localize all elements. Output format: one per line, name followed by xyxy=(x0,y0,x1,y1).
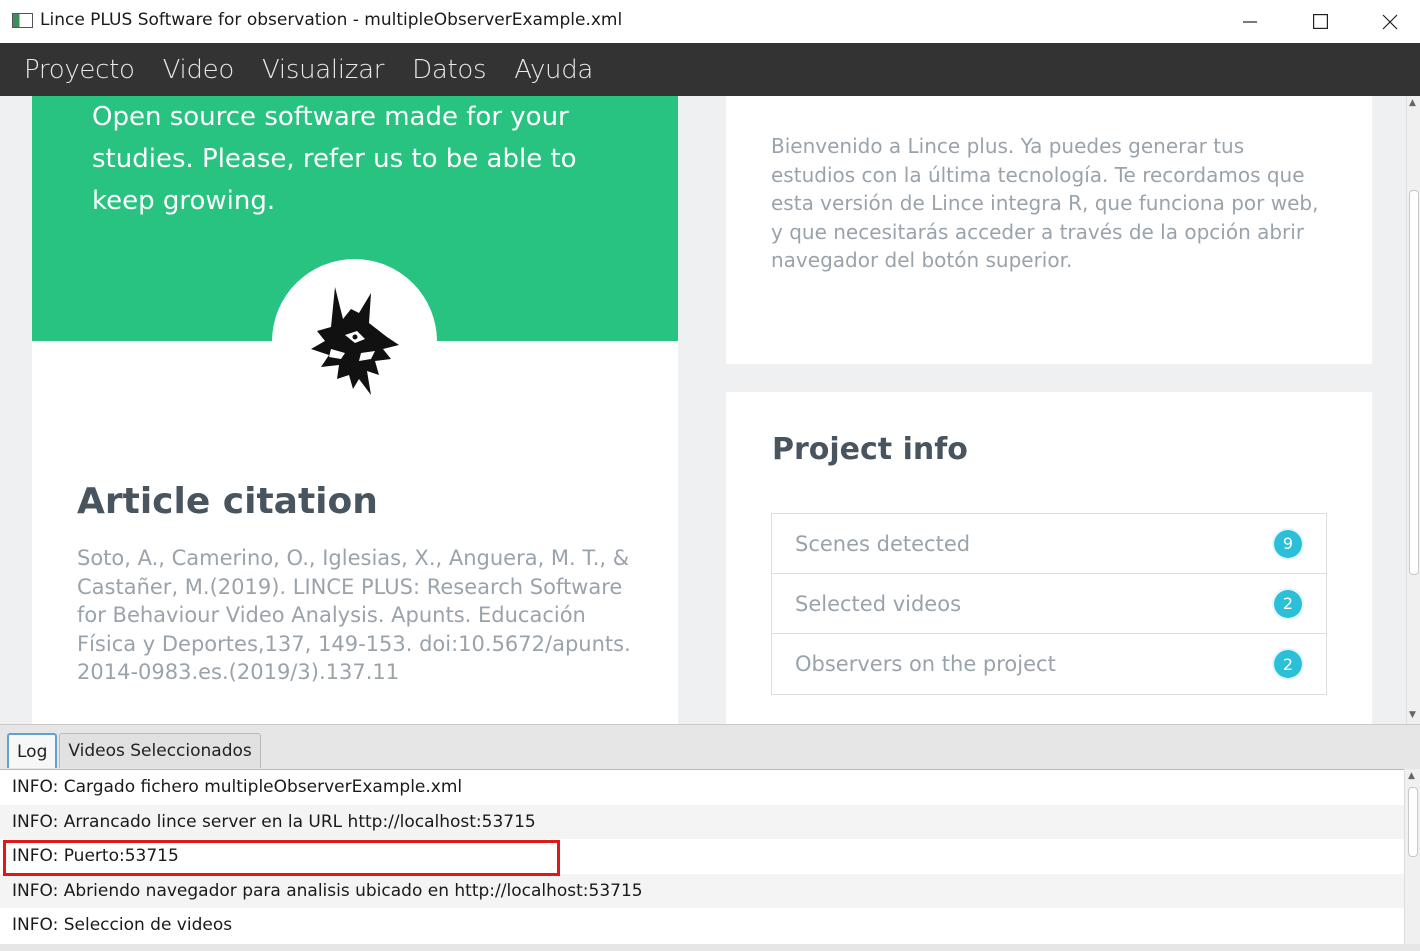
menu-visualizar[interactable]: Visualizar xyxy=(262,55,384,85)
scrollbar-thumb[interactable] xyxy=(1408,787,1418,857)
title-bar: Lince PLUS Software for observation - mu… xyxy=(0,0,1420,43)
bottom-tabs: Log Videos Seleccionados xyxy=(7,733,263,768)
main-scrollbar[interactable]: ▲ ▼ xyxy=(1406,96,1420,724)
minimize-icon xyxy=(1243,20,1257,23)
log-entry: INFO: Seleccion de videos xyxy=(12,915,233,936)
log-entry: INFO: Cargado fichero multipleObserverEx… xyxy=(12,777,463,798)
menu-proyecto[interactable]: Proyecto xyxy=(24,55,135,85)
highlight-box xyxy=(3,840,560,876)
project-info-card: Project info Scenes detected 9 Selected … xyxy=(726,392,1372,724)
observers-label: Observers on the project xyxy=(795,652,1056,676)
minimize-button[interactable] xyxy=(1215,0,1285,43)
article-citation-title: Article citation xyxy=(77,481,378,522)
log-scrollbar[interactable]: ▲ xyxy=(1404,769,1420,944)
welcome-text: Bienvenido a Lince plus. Ya puedes gener… xyxy=(771,134,1319,272)
list-item: Selected videos 2 xyxy=(772,574,1326,634)
lynx-logo xyxy=(272,259,437,424)
maximize-button[interactable] xyxy=(1285,0,1355,43)
list-item: Scenes detected 9 xyxy=(772,514,1326,574)
scrollbar-thumb[interactable] xyxy=(1409,190,1419,575)
scroll-up-icon[interactable]: ▲ xyxy=(1409,98,1416,108)
menu-datos[interactable]: Datos xyxy=(412,55,486,85)
close-button[interactable] xyxy=(1355,0,1420,43)
project-info-title: Project info xyxy=(772,432,968,467)
scenes-detected-label: Scenes detected xyxy=(795,531,971,556)
observers-count-badge: 2 xyxy=(1274,650,1302,678)
log-entry: INFO: Arrancado lince server en la URL h… xyxy=(0,804,1404,839)
app-icon xyxy=(12,13,33,28)
videos-count-badge: 2 xyxy=(1274,589,1302,618)
bottom-panel: Log Videos Seleccionados INFO: Cargado f… xyxy=(0,724,1420,951)
menu-bar: Proyecto Video Visualizar Datos Ayuda xyxy=(0,43,1420,96)
list-item: Observers on the project 2 xyxy=(772,634,1326,694)
welcome-card: Bienvenido a Lince plus. Ya puedes gener… xyxy=(726,96,1372,364)
menu-video[interactable]: Video xyxy=(163,55,235,85)
scroll-up-icon[interactable]: ▲ xyxy=(1408,771,1415,781)
article-citation-text: Soto, A., Camerino, O., Iglesias, X., An… xyxy=(77,546,631,684)
selected-videos-label: Selected videos xyxy=(795,591,962,616)
scenes-count-badge: 9 xyxy=(1274,529,1302,558)
lynx-icon xyxy=(310,287,399,395)
log-entry: INFO: Abriendo navegador para analisis u… xyxy=(0,873,1404,908)
maximize-icon xyxy=(1312,14,1328,29)
banner-text: Open source software made for your studi… xyxy=(92,102,577,216)
menu-ayuda[interactable]: Ayuda xyxy=(514,55,593,85)
project-info-list: Scenes detected 9 Selected videos 2 Obse… xyxy=(771,513,1327,695)
tab-log[interactable]: Log xyxy=(7,733,58,768)
scroll-down-icon[interactable]: ▼ xyxy=(1409,710,1416,720)
window-title: Lince PLUS Software for observation - mu… xyxy=(40,10,623,30)
log-list: INFO: Cargado fichero multipleObserverEx… xyxy=(0,769,1420,944)
citation-card: Open source software made for your studi… xyxy=(32,96,678,724)
close-icon xyxy=(1382,14,1398,29)
main-content: Open source software made for your studi… xyxy=(0,96,1406,724)
tab-videos-seleccionados[interactable]: Videos Seleccionados xyxy=(59,733,261,768)
